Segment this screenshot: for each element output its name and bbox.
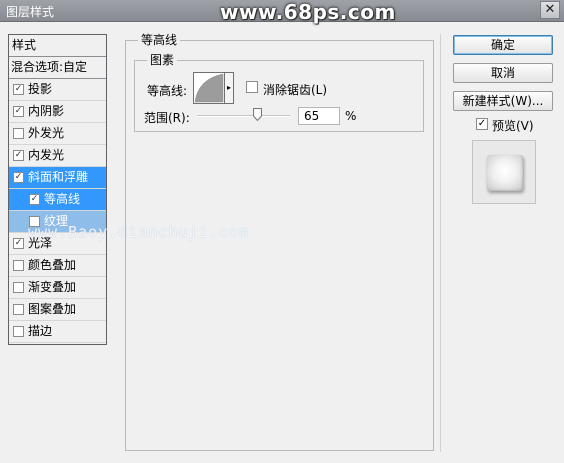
style-item[interactable]: ✓ 斜面和浮雕	[9, 167, 106, 189]
range-label: 范围(R):	[144, 111, 190, 125]
style-item-label: 渐变叠加	[28, 280, 77, 294]
style-item-label: 内发光	[28, 148, 65, 162]
watermark: www.68ps.com	[220, 0, 396, 24]
style-item[interactable]: ✓ 内发光	[9, 145, 106, 167]
style-item[interactable]: ✓ 内阴影	[9, 101, 106, 123]
style-item-label: 图案叠加	[28, 302, 77, 316]
range-unit: %	[345, 109, 357, 123]
contour-label: 等高线:	[147, 84, 188, 98]
style-item-checkbox[interactable]	[13, 304, 24, 315]
style-item-label: 外发光	[28, 126, 65, 140]
range-input[interactable]: 65	[298, 107, 340, 125]
cancel-button[interactable]: 取消	[453, 63, 553, 83]
style-item-checkbox[interactable]	[13, 326, 24, 337]
style-item-checkbox[interactable]: ✓	[13, 106, 24, 117]
style-item[interactable]: 图案叠加	[9, 299, 106, 321]
close-icon: ✕	[544, 2, 556, 17]
style-item[interactable]: 外发光	[9, 123, 106, 145]
preview-checkbox[interactable]: ✓	[476, 118, 488, 130]
style-item-checkbox[interactable]: ✓	[29, 194, 40, 205]
style-item-checkbox[interactable]: ✓	[13, 172, 24, 183]
style-item-checkbox[interactable]: ✓	[13, 238, 24, 249]
title-bar: 图层样式 www.68ps.com ✕	[0, 0, 564, 24]
style-item[interactable]: ✓ 等高线	[9, 189, 106, 211]
style-item-checkbox[interactable]	[13, 128, 24, 139]
range-slider-track[interactable]	[197, 115, 290, 117]
preview-label: 预览(V)	[492, 119, 534, 133]
style-item-checkbox[interactable]: ✓	[13, 150, 24, 161]
style-item-label: 斜面和浮雕	[28, 170, 89, 184]
panel-divider	[440, 34, 441, 452]
style-list-header[interactable]: 样式	[9, 35, 106, 57]
style-item-checkbox[interactable]: ✓	[13, 84, 24, 95]
style-item-label: 描边	[28, 324, 53, 338]
style-item-checkbox[interactable]	[13, 282, 24, 293]
contour-dropdown-arrow[interactable]: ▸	[224, 72, 234, 104]
ok-button[interactable]: 确定	[453, 35, 553, 55]
style-list: 样式 混合选项:自定 ✓ 投影 ✓ 内阴影 外发光 ✓ 内发光 ✓ 斜面和浮雕 ✓ 等高线 纹理 ✓ 光泽…	[8, 34, 107, 345]
close-button[interactable]: ✕	[540, 1, 560, 19]
contour-curve-icon	[194, 73, 224, 103]
style-item[interactable]: 渐变叠加	[9, 277, 106, 299]
style-item[interactable]: ✓ 投影	[9, 79, 106, 101]
elements-group-title: 图素	[147, 53, 178, 67]
dropdown-arrow-icon: ▸	[226, 83, 231, 92]
style-item-label: 内阴影	[28, 104, 65, 118]
style-item-checkbox[interactable]	[13, 260, 24, 271]
antialias-label: 消除锯齿(L)	[263, 83, 328, 97]
style-item-label: 投影	[28, 82, 53, 96]
new-style-button[interactable]: 新建样式(W)...	[453, 91, 553, 111]
preview-swatch	[487, 155, 523, 191]
style-preview	[472, 140, 536, 204]
blend-options-item[interactable]: 混合选项:自定	[9, 57, 106, 79]
range-slider-thumb[interactable]	[253, 108, 263, 122]
style-item-label: 等高线	[44, 192, 81, 206]
window-title: 图层样式	[6, 5, 55, 19]
style-item[interactable]: 描边	[9, 321, 106, 343]
style-item[interactable]: 颜色叠加	[9, 255, 106, 277]
antialias-checkbox[interactable]	[246, 81, 258, 93]
contour-group-title: 等高线	[138, 33, 181, 47]
style-item-label: 颜色叠加	[28, 258, 77, 272]
contour-picker[interactable]	[193, 72, 225, 104]
slider-thumb-icon	[253, 108, 263, 122]
